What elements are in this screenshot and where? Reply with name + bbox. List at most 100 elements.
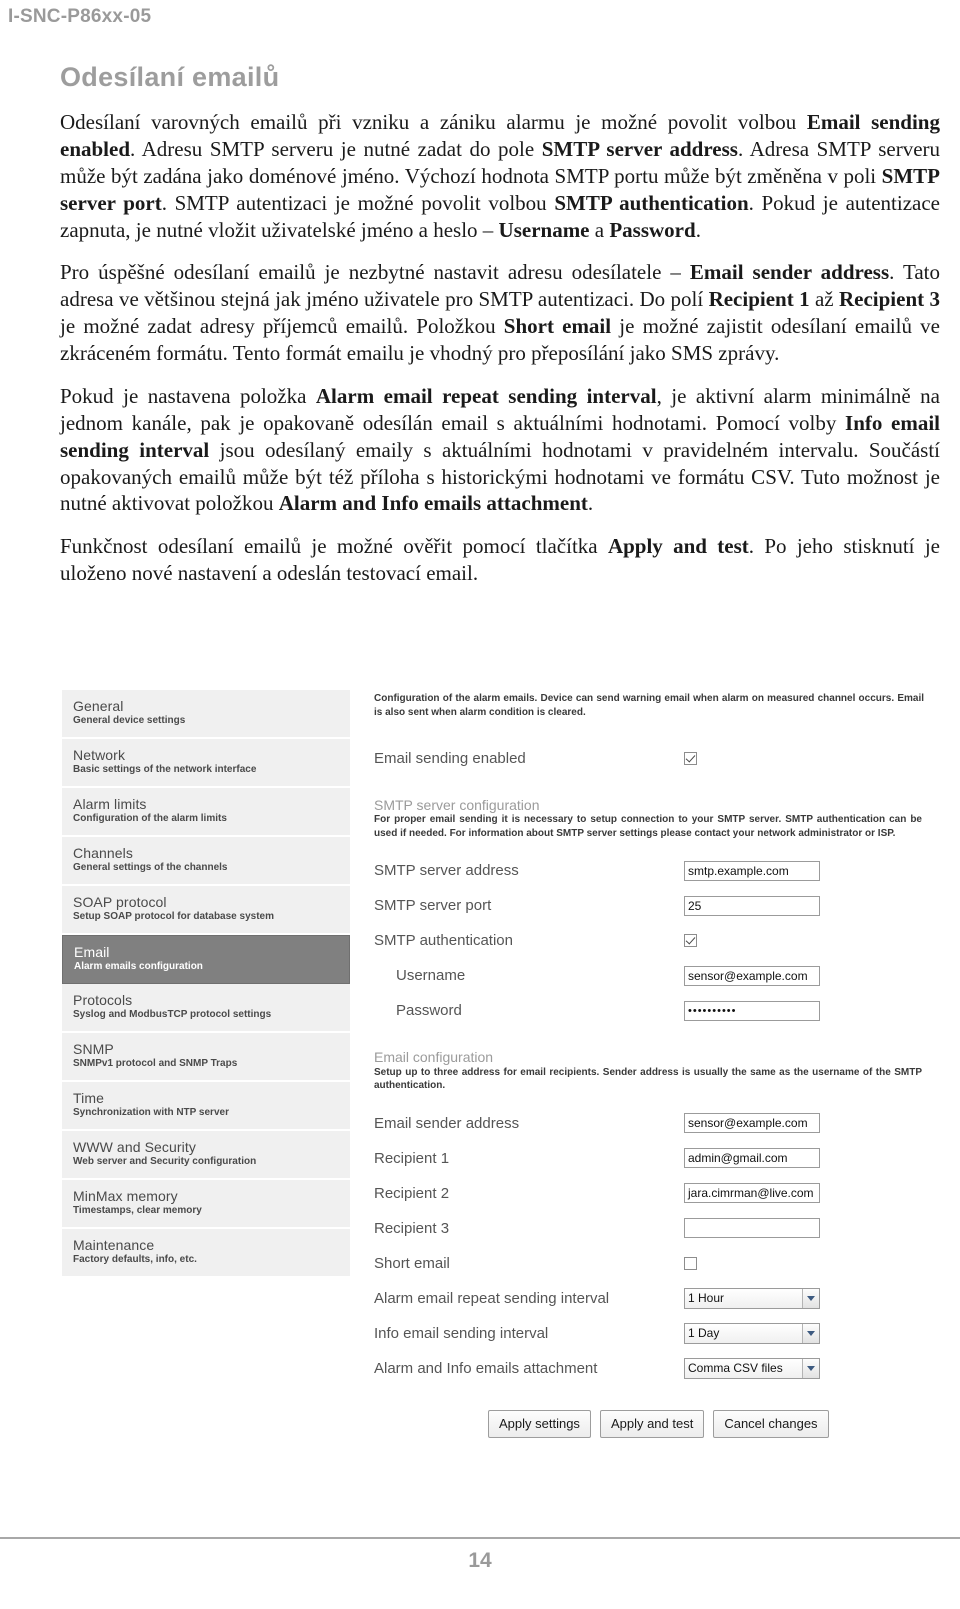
- smtp-group: SMTP server configuration For proper ema…: [374, 797, 938, 1028]
- recipient-1-input[interactable]: admin@gmail.com: [684, 1148, 820, 1169]
- sidebar-item-title: Maintenance: [73, 1237, 155, 1253]
- sidebar-item-minmax-memory[interactable]: MinMax memory Timestamps, clear memory: [62, 1180, 350, 1229]
- sidebar-item-title: Time: [73, 1090, 104, 1106]
- chevron-down-icon[interactable]: [802, 1358, 819, 1378]
- smtp-server-port-label: SMTP server port: [374, 897, 492, 915]
- sidebar-item-subtitle: Alarm emails configuration: [74, 960, 203, 972]
- email-sender-address-input[interactable]: sensor@example.com: [684, 1113, 820, 1134]
- paragraph-4: Funkčnost odesílaní emailů je možné ověř…: [60, 534, 940, 586]
- sidebar-item-subtitle: Syslog and ModbusTCP protocol settings: [73, 1008, 272, 1020]
- sidebar-item-title: SNMP: [73, 1041, 114, 1057]
- recipient-3-input[interactable]: [684, 1218, 820, 1239]
- sidebar-item-email[interactable]: Email Alarm emails configuration: [62, 935, 350, 984]
- sidebar-item-maintenance[interactable]: Maintenance Factory defaults, info, etc.: [62, 1229, 350, 1278]
- info-interval-select[interactable]: 1 Day: [684, 1322, 820, 1344]
- chevron-down-icon[interactable]: [802, 1288, 819, 1308]
- smtp-server-address-label: SMTP server address: [374, 862, 519, 880]
- username-input[interactable]: sensor@example.com: [684, 965, 820, 986]
- sidebar: General General device settings Network Bas…: [62, 690, 350, 1438]
- email-group: Email configuration Setup up to three ad…: [374, 1049, 938, 1386]
- field-row-short-email: Short email: [374, 1246, 938, 1281]
- smtp-authentication-checkbox[interactable]: [684, 934, 697, 948]
- sidebar-item-title: SOAP protocol: [73, 894, 167, 910]
- page-content: Odesílaní emailů Odesílaní varovných ema…: [60, 62, 940, 603]
- sidebar-item-time[interactable]: Time Synchronization with NTP server: [62, 1082, 350, 1131]
- recipient-2-input[interactable]: jara.cimrman@live.com: [684, 1183, 820, 1204]
- sidebar-item-subtitle: Web server and Security configuration: [73, 1155, 257, 1167]
- sidebar-item-network[interactable]: Network Basic settings of the network int…: [62, 739, 350, 788]
- paragraph-1: Odesílaní varovných emailů při vzniku a …: [60, 110, 941, 242]
- field-row-attachment: Alarm and Info emails attachment Comma C…: [374, 1351, 938, 1386]
- sidebar-item-subtitle: General settings of the channels: [73, 861, 228, 873]
- smtp-server-port-input[interactable]: 25: [684, 895, 820, 916]
- field-row-smtp-authentication: SMTP authentication: [374, 923, 938, 958]
- page-number: 14: [468, 1549, 492, 1572]
- password-input[interactable]: ••••••••••: [684, 1000, 820, 1021]
- sidebar-item-subtitle: Factory defaults, info, etc.: [73, 1253, 197, 1265]
- attachment-select[interactable]: Comma CSV files: [684, 1357, 820, 1379]
- sidebar-item-soap-protocol[interactable]: SOAP protocol Setup SOAP protocol for dat…: [62, 886, 350, 935]
- sidebar-item-subtitle: Setup SOAP protocol for database system: [73, 910, 274, 922]
- recipient-3-label: Recipient 3: [374, 1219, 450, 1237]
- sidebar-item-protocols[interactable]: Protocols Syslog and ModbusTCP protocol s…: [62, 984, 350, 1033]
- field-row-password: Password ••••••••••: [374, 993, 938, 1028]
- chevron-down-icon[interactable]: [802, 1323, 819, 1343]
- apply-settings-button[interactable]: Apply settings: [488, 1409, 591, 1438]
- attachment-label: Alarm and Info emails attachment: [374, 1359, 598, 1377]
- password-label: Password: [396, 1002, 462, 1020]
- alarm-repeat-interval-label: Alarm email repeat sending interval: [374, 1289, 610, 1307]
- sidebar-item-title: Protocols: [73, 992, 133, 1008]
- panel-intro-note: Configuration of the alarm emails. Devic…: [374, 693, 924, 718]
- sidebar-item-title: MinMax memory: [73, 1188, 178, 1204]
- recipient-1-label: Recipient 1: [374, 1149, 450, 1167]
- field-row-smtp-server-port: SMTP server port 25: [374, 888, 938, 923]
- field-row-recipient-2: Recipient 2 jara.cimrman@live.com: [374, 1176, 938, 1211]
- field-row-email-sending-enabled: Email sending enabled: [374, 741, 938, 776]
- attachment-value: Comma CSV files: [688, 1361, 783, 1376]
- email-group-description: Setup up to three address for email reci…: [374, 1066, 922, 1092]
- sidebar-item-www-and-security[interactable]: WWW and Security Web server and Security …: [62, 1131, 350, 1180]
- alarm-repeat-interval-value: 1 Hour: [688, 1291, 725, 1306]
- config-panel: Configuration of the alarm emails. Devic…: [374, 690, 938, 1438]
- email-sending-enabled-label: Email sending enabled: [374, 750, 526, 767]
- sidebar-item-subtitle: Basic settings of the network interface: [73, 763, 257, 775]
- email-group-heading: Email configuration: [374, 1049, 494, 1066]
- paragraph-2: Pro úspěšné odesílaní emailů je nezbytné…: [60, 260, 941, 365]
- email-sender-address-label: Email sender address: [374, 1114, 520, 1132]
- short-email-checkbox[interactable]: [684, 1256, 697, 1270]
- smtp-server-address-input[interactable]: smtp.example.com: [684, 860, 820, 881]
- alarm-repeat-interval-select[interactable]: 1 Hour: [684, 1287, 820, 1309]
- sidebar-item-channels[interactable]: Channels General settings of the channels: [62, 837, 350, 886]
- field-row-email-sender-address: Email sender address sensor@example.com: [374, 1106, 938, 1141]
- sidebar-item-title: Email: [74, 944, 110, 960]
- field-row-info-interval: Info email sending interval 1 Day: [374, 1316, 938, 1351]
- smtp-group-description: For proper email sending it is necessary…: [374, 814, 922, 839]
- smtp-authentication-label: SMTP authentication: [374, 932, 513, 950]
- username-label: Username: [396, 967, 466, 985]
- device-web-ui-screenshot: General General device settings Network Bas…: [62, 690, 938, 1438]
- sidebar-item-title: General: [73, 698, 124, 714]
- sidebar-item-alarm-limits[interactable]: Alarm limits Configuration of the alarm l…: [62, 788, 350, 837]
- smtp-group-heading: SMTP server configuration: [374, 797, 540, 813]
- sidebar-item-title: Alarm limits: [73, 796, 147, 812]
- sidebar-item-subtitle: SNMPv1 protocol and SNMP Traps: [73, 1057, 238, 1069]
- sidebar-item-general[interactable]: General General device settings: [62, 690, 350, 739]
- cancel-changes-button[interactable]: Cancel changes: [713, 1409, 829, 1438]
- email-sending-enabled-checkbox[interactable]: [684, 752, 697, 765]
- info-interval-label: Info email sending interval: [374, 1324, 549, 1342]
- field-row-recipient-3: Recipient 3: [374, 1211, 938, 1246]
- apply-and-test-button[interactable]: Apply and test: [599, 1409, 705, 1438]
- paragraph-3: Pokud je nastavena položka Alarm email r…: [60, 383, 940, 516]
- field-row-smtp-server-address: SMTP server address smtp.example.com: [374, 853, 938, 888]
- footer-divider: [0, 1537, 960, 1539]
- recipient-2-label: Recipient 2: [374, 1184, 450, 1202]
- sidebar-item-subtitle: General device settings: [73, 714, 186, 726]
- sidebar-item-subtitle: Synchronization with NTP server: [73, 1106, 229, 1118]
- sidebar-item-subtitle: Configuration of the alarm limits: [73, 812, 227, 824]
- field-row-alarm-repeat-interval: Alarm email repeat sending interval 1 Ho…: [374, 1281, 938, 1316]
- sidebar-item-title: WWW and Security: [73, 1139, 196, 1155]
- running-header: I-SNC-P86xx-05: [8, 6, 152, 27]
- page-title: Odesílaní emailů: [60, 62, 280, 92]
- field-row-username: Username sensor@example.com: [374, 958, 938, 993]
- sidebar-item-snmp[interactable]: SNMP SNMPv1 protocol and SNMP Traps: [62, 1033, 350, 1082]
